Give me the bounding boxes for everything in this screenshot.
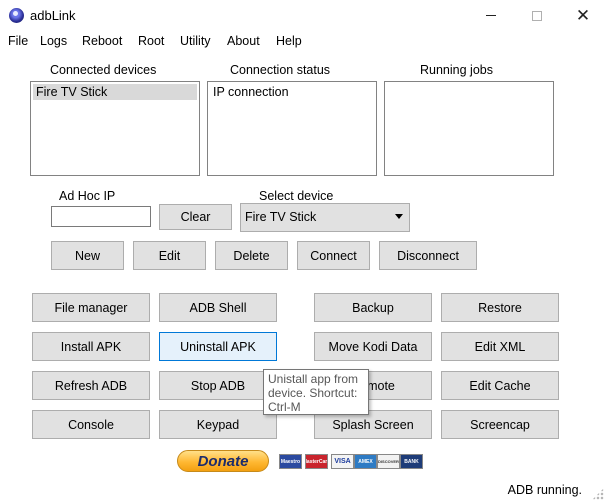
edit-button[interactable]: Edit [133, 241, 206, 270]
title-bar: adbLink ✕ [0, 0, 606, 31]
minimize-button[interactable] [468, 0, 514, 31]
close-icon: ✕ [575, 6, 591, 25]
connected-devices-label: Connected devices [50, 63, 157, 77]
select-device-label: Select device [259, 189, 334, 203]
keypad-button[interactable]: Keypad [159, 410, 277, 439]
close-button[interactable]: ✕ [560, 0, 606, 31]
restore-button[interactable]: Restore [441, 293, 559, 322]
stop-adb-button[interactable]: Stop ADB [159, 371, 277, 400]
move-kodi-data-button[interactable]: Move Kodi Data [314, 332, 432, 361]
menu-bar: File Logs Reboot Root Utility About Help [0, 31, 606, 53]
maximize-button[interactable] [514, 0, 560, 31]
mastercard-icon: MasterCard [305, 454, 328, 469]
discover-card-icon: DISCOVER [377, 454, 400, 469]
disconnect-button[interactable]: Disconnect [379, 241, 477, 270]
select-device-value: Fire TV Stick [245, 210, 317, 224]
list-item: IP connection [213, 85, 289, 99]
minimize-icon [486, 15, 496, 16]
window-title: adbLink [30, 8, 76, 23]
menu-file[interactable]: File [8, 34, 28, 48]
connection-status-label: Connection status [230, 63, 331, 77]
maestro-card-icon: Maestro [279, 454, 302, 469]
adb-shell-button[interactable]: ADB Shell [159, 293, 277, 322]
uninstall-apk-tooltip: Unistall app from device. Shortcut: Ctrl… [263, 369, 369, 415]
resize-grip-icon[interactable] [592, 488, 604, 500]
edit-cache-button[interactable]: Edit Cache [441, 371, 559, 400]
delete-button[interactable]: Delete [215, 241, 288, 270]
menu-utility[interactable]: Utility [180, 34, 211, 48]
visa-card-icon: VISA [331, 454, 354, 469]
menu-help[interactable]: Help [276, 34, 302, 48]
select-device-dropdown[interactable]: Fire TV Stick [240, 203, 410, 232]
clear-button[interactable]: Clear [159, 204, 232, 230]
donate-button[interactable]: Donate [177, 450, 269, 472]
running-jobs-list[interactable] [384, 81, 554, 176]
amex-card-icon: AMEX [354, 454, 377, 469]
refresh-adb-button[interactable]: Refresh ADB [32, 371, 150, 400]
list-item[interactable]: Fire TV Stick [33, 84, 197, 100]
new-button[interactable]: New [51, 241, 124, 270]
backup-button[interactable]: Backup [314, 293, 432, 322]
menu-about[interactable]: About [227, 34, 260, 48]
menu-root[interactable]: Root [138, 34, 164, 48]
app-icon [9, 8, 24, 23]
menu-logs[interactable]: Logs [40, 34, 67, 48]
uninstall-apk-button[interactable]: Uninstall APK [159, 332, 277, 361]
edit-xml-button[interactable]: Edit XML [441, 332, 559, 361]
install-apk-button[interactable]: Install APK [32, 332, 150, 361]
status-bar: ADB running. [0, 479, 606, 502]
maximize-icon [532, 10, 542, 21]
menu-reboot[interactable]: Reboot [82, 34, 122, 48]
bank-icon: BANK [400, 454, 423, 469]
screencap-button[interactable]: Screencap [441, 410, 559, 439]
chevron-down-icon [395, 214, 403, 219]
adhoc-ip-input[interactable] [51, 206, 151, 227]
running-jobs-label: Running jobs [420, 63, 493, 77]
console-button[interactable]: Console [32, 410, 150, 439]
adhoc-ip-label: Ad Hoc IP [59, 189, 116, 203]
connect-button[interactable]: Connect [297, 241, 370, 270]
connection-status-list[interactable]: IP connection [207, 81, 377, 176]
status-text: ADB running. [507, 483, 582, 497]
file-manager-button[interactable]: File manager [32, 293, 150, 322]
connected-devices-list[interactable]: Fire TV Stick [30, 81, 200, 176]
